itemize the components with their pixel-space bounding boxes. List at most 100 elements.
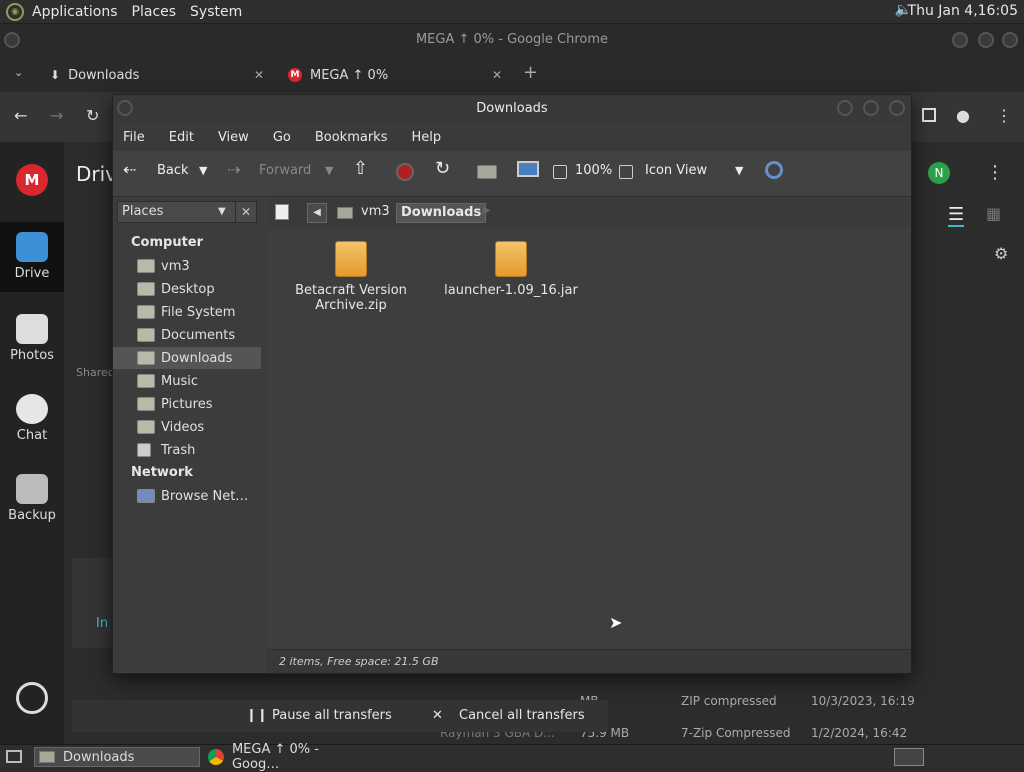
up-folder-icon[interactable]: ⇧ xyxy=(353,158,368,179)
more-options-icon[interactable]: ⋮ xyxy=(986,162,1004,183)
back-button[interactable]: Back xyxy=(157,163,189,178)
transfer-tab-in[interactable]: In xyxy=(96,616,108,631)
sidebar-item-file-system[interactable]: File System xyxy=(113,301,261,323)
forward-arrow-icon[interactable]: → xyxy=(50,106,63,125)
sidebar-item-label: vm3 xyxy=(161,258,190,274)
download-icon: ⬇ xyxy=(50,68,61,82)
menu-help[interactable]: Help xyxy=(411,130,441,145)
minimize-button[interactable] xyxy=(837,100,853,116)
sidebar-item-label: Videos xyxy=(161,419,205,435)
close-button[interactable] xyxy=(1002,32,1018,48)
sidebar-item-downloads[interactable]: Downloads xyxy=(113,347,261,369)
sidebar-item-pictures[interactable]: Pictures xyxy=(113,393,261,415)
menu-bookmarks[interactable]: Bookmarks xyxy=(315,130,388,145)
home-folder-icon[interactable] xyxy=(477,165,497,179)
sidebar-heading-network: Network xyxy=(131,465,193,480)
drive-icon xyxy=(137,305,155,319)
maximize-button[interactable] xyxy=(863,100,879,116)
sidebar-item-music[interactable]: Music xyxy=(113,370,261,392)
show-desktop-icon[interactable] xyxy=(6,750,22,763)
menu-applications[interactable]: Applications xyxy=(32,4,118,20)
tab-close-icon[interactable]: ✕ xyxy=(254,68,264,82)
menu-places[interactable]: Places xyxy=(132,4,177,20)
menu-edit[interactable]: Edit xyxy=(169,130,194,145)
reload-icon[interactable]: ↻ xyxy=(86,106,99,125)
tab-mega[interactable]: M MEGA ↑ 0% ✕ xyxy=(278,60,510,90)
search-icon[interactable] xyxy=(765,161,783,179)
file-date: 10/3/2023, 16:19 xyxy=(811,694,915,708)
taskbar-item-downloads[interactable]: Downloads xyxy=(34,747,200,767)
tab-close-icon[interactable]: ✕ xyxy=(492,68,502,82)
menu-file[interactable]: File xyxy=(123,130,145,145)
distro-logo-icon[interactable]: ◉ xyxy=(6,2,24,21)
tab-downloads[interactable]: ⬇ Downloads ✕ xyxy=(40,60,272,90)
sidebar-item-trash[interactable]: Trash xyxy=(113,439,261,461)
view-mode-select[interactable]: Icon View xyxy=(645,163,707,178)
avatar[interactable]: N xyxy=(928,162,950,184)
file-manager-titlebar: Downloads xyxy=(113,95,911,123)
sidebar-item-documents[interactable]: Documents xyxy=(113,324,261,346)
edit-location-icon[interactable] xyxy=(275,204,289,220)
zoom-in-icon[interactable] xyxy=(619,165,633,179)
folder-icon xyxy=(137,374,155,388)
computer-icon[interactable] xyxy=(517,161,539,177)
folder-icon xyxy=(137,420,155,434)
back-arrow-icon[interactable]: ← xyxy=(14,106,27,125)
path-right-arrow-icon[interactable]: ▶ xyxy=(483,205,491,216)
cancel-all-button[interactable]: Cancel all transfers xyxy=(459,708,585,723)
file-item[interactable]: launcher-1.09_16.jar xyxy=(441,241,581,298)
chrome-icon xyxy=(208,749,224,765)
close-sidebar-icon[interactable]: ✕ xyxy=(235,201,257,223)
back-arrow-icon[interactable]: ⇠ xyxy=(123,160,136,179)
forward-button[interactable]: Forward xyxy=(259,163,311,178)
new-tab-button[interactable]: + xyxy=(523,62,538,83)
sync-status-icon[interactable] xyxy=(16,682,48,714)
sidebar-item-chat[interactable]: Chat xyxy=(0,394,64,443)
minimize-button[interactable] xyxy=(952,32,968,48)
tab-search-chevron-icon[interactable]: ⌄ xyxy=(14,66,23,79)
path-left-arrow-icon[interactable]: ◀ xyxy=(307,203,327,223)
profile-icon[interactable]: ● xyxy=(956,106,970,125)
cancel-icon[interactable]: ✕ xyxy=(432,708,443,723)
sidebar-item-photos[interactable]: Photos xyxy=(0,314,64,363)
forward-history-dropdown-icon[interactable]: ▼ xyxy=(325,164,333,177)
back-history-dropdown-icon[interactable]: ▼ xyxy=(199,164,207,177)
reload-icon[interactable]: ↻ xyxy=(435,158,450,179)
breadcrumb-vm3[interactable]: vm3 xyxy=(357,203,394,223)
list-view-icon[interactable]: ☰ xyxy=(948,204,965,227)
maximize-button[interactable] xyxy=(978,32,994,48)
pause-all-button[interactable]: Pause all transfers xyxy=(272,708,392,723)
menu-system[interactable]: System xyxy=(190,4,242,20)
file-item[interactable]: Betacraft Version Archive.zip xyxy=(281,241,421,313)
sidebar-item-desktop[interactable]: Desktop xyxy=(113,278,261,300)
chrome-menu-icon[interactable]: ⋮ xyxy=(996,106,1012,125)
close-button[interactable] xyxy=(889,100,905,116)
sidebar-item-videos[interactable]: Videos xyxy=(113,416,261,438)
side-panel-icon[interactable] xyxy=(922,108,936,122)
menu-go[interactable]: Go xyxy=(273,130,291,145)
stop-icon[interactable] xyxy=(396,163,414,181)
forward-arrow-icon[interactable]: ⇢ xyxy=(227,160,240,179)
pause-icon[interactable]: ❙❙ xyxy=(246,708,268,723)
sidebar-item-label: Drive xyxy=(14,266,50,281)
breadcrumb-downloads[interactable]: Downloads xyxy=(396,203,487,223)
file-type: 7-Zip Compressed xyxy=(681,726,791,740)
shared-section-label: Shared xyxy=(76,366,115,379)
view-mode-dropdown-icon[interactable]: ▼ xyxy=(735,164,743,177)
sidebar-item-vm3[interactable]: vm3 xyxy=(113,255,261,277)
grid-view-icon[interactable]: ▦ xyxy=(986,204,1001,223)
network-icon xyxy=(137,489,155,503)
sidebar-item-backup[interactable]: Backup xyxy=(0,474,64,523)
zoom-out-icon[interactable] xyxy=(553,165,567,179)
folder-icon xyxy=(39,751,55,763)
mega-logo-icon[interactable]: M xyxy=(16,164,48,196)
desktop-folder-icon xyxy=(137,282,155,296)
settings-gear-icon[interactable]: ⚙ xyxy=(994,244,1008,263)
file-manager-window: Downloads File Edit View Go Bookmarks He… xyxy=(112,94,912,674)
sidebar-item-browse-network[interactable]: Browse Net… xyxy=(113,485,261,507)
workspace-switcher-icon[interactable] xyxy=(894,748,924,766)
sidebar-item-drive[interactable]: Drive xyxy=(0,222,64,292)
clock[interactable]: Thu Jan 4,16:05 xyxy=(908,3,1018,19)
menu-view[interactable]: View xyxy=(218,130,249,145)
taskbar-item-chrome[interactable]: MEGA ↑ 0% - Goog… xyxy=(204,742,370,772)
